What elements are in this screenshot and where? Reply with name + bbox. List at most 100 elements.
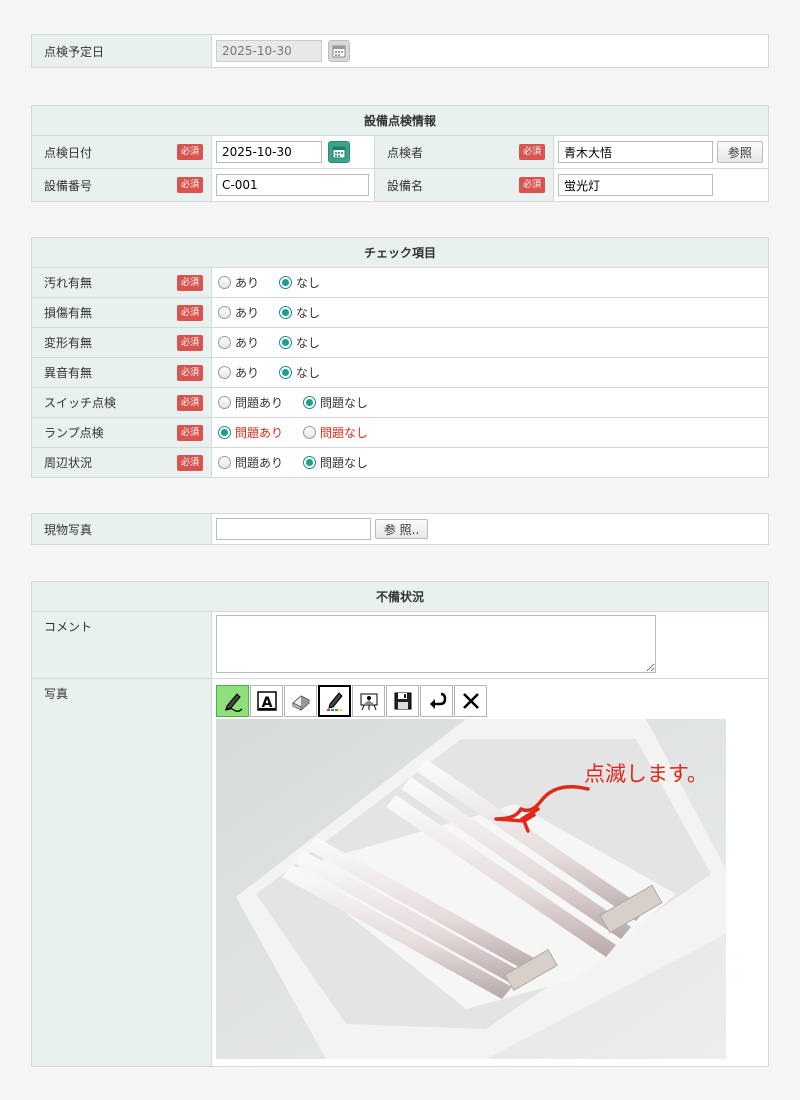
check-row: 周辺状況 必須 問題あり 問題なし bbox=[31, 447, 769, 478]
radio-button[interactable] bbox=[303, 455, 317, 469]
radio-label: あり bbox=[235, 365, 260, 380]
radio-option-b[interactable]: 問題なし bbox=[303, 424, 368, 441]
text-icon[interactable]: A bbox=[250, 685, 283, 717]
radio-button[interactable] bbox=[218, 425, 231, 439]
equipment-no-label: 設備番号 bbox=[44, 178, 93, 193]
browse-button[interactable]: 参 照.. bbox=[374, 519, 429, 539]
required-badge: 必須 bbox=[176, 454, 203, 471]
radio-button[interactable] bbox=[218, 395, 231, 409]
annotation-text: 点滅します。 bbox=[584, 762, 708, 786]
radio-label: 問題なし bbox=[320, 425, 369, 440]
required-badge: 必須 bbox=[176, 334, 203, 351]
check-item-label: ランプ点検 bbox=[44, 426, 104, 440]
radio-label: なし bbox=[296, 275, 321, 290]
check-item-label: 汚れ有無 bbox=[44, 276, 93, 290]
photo-upload-table: 現物写真 参 照.. bbox=[31, 513, 769, 545]
color-pen-icon[interactable] bbox=[318, 685, 351, 717]
eraser-icon[interactable] bbox=[284, 685, 317, 717]
radio-option-b[interactable]: なし bbox=[279, 274, 320, 291]
radio-button[interactable] bbox=[218, 305, 231, 319]
radio-button[interactable] bbox=[218, 335, 231, 349]
calendar-icon[interactable] bbox=[327, 141, 350, 163]
radio-option-b[interactable]: なし bbox=[279, 304, 320, 321]
clear-icon[interactable] bbox=[454, 685, 487, 717]
photo-upload-label: 現物写真 bbox=[31, 513, 212, 545]
comment-label: コメント bbox=[31, 611, 212, 679]
undo-icon[interactable] bbox=[420, 685, 453, 717]
radio-button[interactable] bbox=[218, 365, 231, 379]
required-badge: 必須 bbox=[518, 144, 545, 160]
radio-option-a[interactable]: あり bbox=[218, 364, 259, 381]
check-row: 汚れ有無 必須 あり なし bbox=[31, 267, 769, 298]
radio-label: 問題なし bbox=[320, 395, 369, 410]
radio-option-b[interactable]: 問題なし bbox=[303, 394, 368, 411]
inspection-date-label: 点検日付 bbox=[44, 145, 93, 160]
radio-label: 問題あり bbox=[235, 425, 284, 440]
photo-file-field[interactable] bbox=[216, 518, 371, 540]
check-row: 損傷有無 必須 あり なし bbox=[31, 297, 769, 328]
radio-option-a[interactable]: あり bbox=[218, 274, 259, 291]
equipment-name-field[interactable] bbox=[558, 174, 713, 196]
radio-label: あり bbox=[235, 275, 260, 290]
schedule-date-field bbox=[216, 40, 322, 62]
radio-option-a[interactable]: あり bbox=[218, 334, 259, 351]
check-item-label: スイッチ点検 bbox=[44, 396, 117, 410]
comment-textarea[interactable] bbox=[216, 614, 656, 673]
radio-option-b[interactable]: 問題なし bbox=[303, 454, 368, 471]
pen-icon[interactable] bbox=[216, 685, 249, 717]
radio-button[interactable] bbox=[303, 425, 317, 439]
schedule-table: 点検予定日 bbox=[31, 34, 769, 68]
required-badge: 必須 bbox=[176, 424, 203, 441]
inspector-ref-button[interactable]: 参照 bbox=[716, 141, 763, 163]
radio-label: なし bbox=[296, 305, 321, 320]
radio-button[interactable] bbox=[279, 305, 293, 319]
radio-button[interactable] bbox=[279, 335, 293, 349]
radio-label: なし bbox=[296, 365, 321, 380]
equipment-info-header: 設備点検情報 bbox=[31, 105, 769, 136]
check-item-label: 周辺状況 bbox=[44, 456, 93, 470]
radio-button[interactable] bbox=[279, 275, 293, 289]
check-item-label: 損傷有無 bbox=[44, 306, 93, 320]
photo-label: 写真 bbox=[31, 678, 212, 1067]
check-items-header: チェック項目 bbox=[31, 237, 769, 268]
check-row: ランプ点検 必須 問題あり 問題なし bbox=[31, 417, 769, 448]
radio-option-a[interactable]: あり bbox=[218, 304, 259, 321]
radio-button[interactable] bbox=[218, 455, 231, 469]
check-items-table: チェック項目 汚れ有無 必須 あり なし 損傷有無 必須 あり なし 変形有無 必須 あり なし 異音有… bbox=[31, 237, 769, 478]
inspection-date-field[interactable] bbox=[216, 141, 322, 163]
inspector-field[interactable] bbox=[558, 141, 713, 163]
required-badge: 必須 bbox=[176, 177, 203, 193]
equipment-no-field[interactable] bbox=[216, 174, 369, 196]
radio-label: 問題あり bbox=[235, 395, 284, 410]
required-badge: 必須 bbox=[176, 304, 203, 321]
equipment-info-table: 設備点検情報 点検日付必須 点検者必須 参照 設備番号必須 設備名必須 bbox=[31, 105, 769, 202]
radio-option-a[interactable]: 問題あり bbox=[218, 454, 283, 471]
radio-button[interactable] bbox=[303, 395, 317, 409]
background-icon[interactable] bbox=[352, 685, 385, 717]
check-item-label: 変形有無 bbox=[44, 336, 93, 350]
required-badge: 必須 bbox=[518, 177, 545, 193]
radio-option-a[interactable]: 問題あり bbox=[218, 394, 283, 411]
radio-option-a[interactable]: 問題あり bbox=[218, 424, 283, 441]
save-icon[interactable] bbox=[386, 685, 419, 717]
check-item-label: 異音有無 bbox=[44, 366, 93, 380]
drawing-toolbar: A bbox=[216, 685, 764, 717]
inspector-label: 点検者 bbox=[387, 145, 424, 160]
radio-button[interactable] bbox=[279, 365, 293, 379]
radio-option-b[interactable]: なし bbox=[279, 334, 320, 351]
required-badge: 必須 bbox=[176, 144, 203, 160]
required-badge: 必須 bbox=[176, 394, 203, 411]
defect-table: 不備状況 コメント 写真 A 点滅します。 bbox=[31, 581, 769, 1067]
check-row: 異音有無 必須 あり なし bbox=[31, 357, 769, 388]
radio-label: あり bbox=[235, 335, 260, 350]
schedule-date-label: 点検予定日 bbox=[31, 34, 212, 68]
annotated-photo[interactable]: 点滅します。 bbox=[216, 719, 726, 1059]
check-row: 変形有無 必須 あり なし bbox=[31, 327, 769, 358]
required-badge: 必須 bbox=[176, 274, 203, 291]
defect-header: 不備状況 bbox=[31, 581, 769, 612]
radio-button[interactable] bbox=[218, 275, 231, 289]
radio-label: 問題あり bbox=[235, 455, 284, 470]
required-badge: 必須 bbox=[176, 364, 203, 381]
check-row: スイッチ点検 必須 問題あり 問題なし bbox=[31, 387, 769, 418]
radio-option-b[interactable]: なし bbox=[279, 364, 320, 381]
